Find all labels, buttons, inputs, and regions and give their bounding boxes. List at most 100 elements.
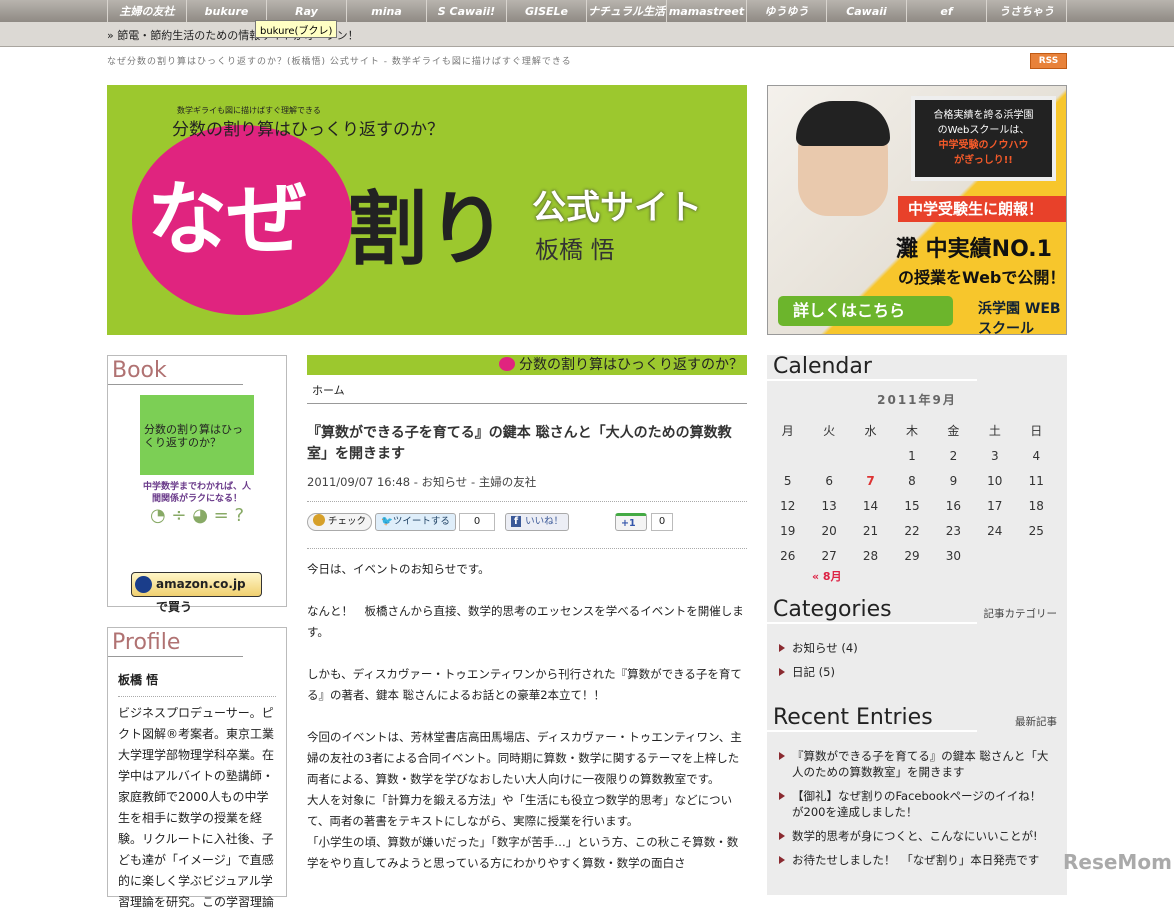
nav-site-2[interactable]: Ray (267, 0, 347, 22)
categories-header: Categories 記事カテゴリー (767, 598, 1067, 624)
categories-subheading: 記事カテゴリー (983, 608, 1058, 620)
calendar-day: 4 (1032, 448, 1041, 463)
calendar-empty (808, 443, 849, 468)
facebook-like-button[interactable]: f いいね！ (505, 513, 570, 531)
calendar-day: 14 (862, 498, 879, 513)
calendar-day: 29 (904, 548, 920, 563)
ad-red-banner: 中学受験生に朗報！ (898, 196, 1066, 222)
tweet-label: ツイートする (392, 516, 450, 527)
calendar-day: 5 (783, 473, 792, 488)
calendar-day: 22 (904, 523, 920, 538)
banner-subtitle: 分数の割り算はひっくり返すのか？ (172, 120, 444, 140)
mixi-check-button[interactable]: チェック (307, 513, 373, 531)
book-widget: Book 分数の割り算はひっくり返すのか？ 中学数学までわかれば、人間関係がラク… (107, 355, 287, 614)
categories-item[interactable]: お知らせ (4) (767, 640, 1067, 656)
amazon-buy-button[interactable]: amazon.co.jp で買う (131, 572, 262, 614)
calendar-day: 25 (1028, 523, 1044, 538)
content-header-strip: 分数の割り算はひっくり返すのか？ (307, 355, 747, 375)
recent-item[interactable]: お待たせしました！ 「なぜ割り」本日発売です (767, 852, 1052, 868)
tooltip: bukure(ブクレ) (255, 20, 338, 38)
top-network-nav: 主婦の友社 bukure Ray mina S Cawaii! GISELe ナチュラル生活… (0, 0, 1174, 22)
ad-text: のWebスクールは、 (937, 125, 1030, 136)
banner-official: 公式サイト (532, 188, 702, 228)
calendar-day: 30 (945, 548, 962, 563)
recent-heading: Recent Entries (767, 706, 977, 732)
book-cover[interactable]: 分数の割り算はひっくり返すのか？ 中学数学までわかれば、人間関係がラクになる！ … (140, 395, 254, 555)
breadcrumb-home[interactable]: ホーム (312, 384, 345, 397)
calendar-header: Calendar (767, 355, 1067, 381)
banner-naze: なぜ (147, 173, 307, 266)
nav-site-8[interactable]: ゆうゆう (747, 0, 827, 22)
profile-name: 板橋 悟 (118, 671, 276, 697)
calendar-day: 19 (780, 523, 796, 538)
nav-site-5[interactable]: GISELe (507, 0, 587, 22)
recent-subheading: 最新記事 (1015, 716, 1057, 728)
calendar-day: 15 (904, 498, 920, 513)
categories-item[interactable]: 日記 (5) (767, 664, 1067, 680)
ad-details-button[interactable]: 詳しくはこちら (778, 296, 953, 326)
twitter-bird-icon: 🐦 (381, 516, 393, 527)
calendar-day: 18 (1028, 498, 1044, 513)
amazon-logo-icon (135, 576, 152, 593)
calendar-day: 26 (780, 548, 796, 563)
ad-brand: 浜学園 WEBスクール (978, 301, 1061, 335)
calendar-day: 2 (949, 448, 958, 463)
calendar-day: 8 (908, 473, 916, 488)
calendar-day: 21 (862, 523, 879, 538)
ad-subline: の授業をWebで公開！ (898, 268, 1066, 287)
calendar-month: 2011年9月 (877, 393, 957, 407)
calendar-day: 11 (1028, 473, 1044, 488)
recent-item[interactable]: 数学的思考が身につくと、こんなにいいことが! (767, 828, 1052, 844)
recent-item[interactable]: 『算数ができる子を育てる』の鍵本 聡さんと「大人のための算数教室」を開きます (767, 748, 1052, 780)
facebook-icon: f (511, 516, 522, 527)
weekday-label: 月 (781, 424, 794, 438)
banner-wari: 割り (347, 183, 507, 276)
strip-title: 分数の割り算はひっくり返すのか？ (519, 357, 743, 373)
ad-banner[interactable]: 合格実績を誇る浜学園 のWebスクールは、 中学受験のノウハウ がぎっしり!! 中学受… (767, 85, 1067, 335)
paragraph: なんと！ 板橋さんから直接、数学的思考のエッセンスを学べるイベントを開催します。 (307, 604, 744, 639)
paragraph: しかも、ディスカヴァー・トゥエンティワンから刊行された『算数ができる子を育てる』… (307, 667, 742, 702)
pizza-illustration: ◔ ÷ ◕ = ? (149, 505, 245, 526)
nav-site-1[interactable]: bukure (187, 0, 267, 22)
weekday-label: 金 (947, 424, 960, 438)
news-ticker: » 節電・節約生活のための情報サイトがオープン！ (0, 22, 1174, 47)
profile-bio: ビジネスプロデューサー。ピクト図解®考案者。東京工業大学理学部物理学科卒業。在学… (118, 706, 275, 909)
profile-widget: Profile 板橋 悟 ビジネスプロデューサー。ピクト図解®考案者。東京工業大… (107, 627, 287, 909)
paragraph: 今回のイベントは、芳林堂書店高田馬場店、ディスカヴァー・トゥエンティワン、主婦の… (307, 730, 742, 786)
paragraph: 今日は、イベントのお知らせです。 (307, 562, 490, 576)
site-tagline: なぜ分数の割り算はひっくり返すのか？(板橋悟) 公式サイト - 数学ギライも図に… (107, 57, 572, 67)
ad-screen: 合格実績を誇る浜学園 のWebスクールは、 中学受験のノウハウ がぎっしり!! (911, 96, 1056, 181)
profile-heading: Profile (108, 628, 243, 657)
ad-text: 合格実績を誇る浜学園 (933, 110, 1034, 121)
weekday-label: 水 (864, 424, 877, 438)
nav-site-6[interactable]: ナチュラル生活 (587, 0, 667, 22)
book-heading: Book (108, 356, 243, 385)
site-banner[interactable]: 数学ギライも図に描けばすぐ理解できる 分数の割り算はひっくり返すのか？ なぜ 割… (107, 85, 747, 335)
rss-button[interactable]: RSS (1030, 53, 1067, 69)
calendar-day: 12 (780, 498, 796, 513)
calendar-day[interactable]: 7 (850, 468, 891, 493)
ad-headline: 灘 中実績NO.1 (896, 237, 1052, 262)
nav-site-3[interactable]: mina (347, 0, 427, 22)
calendar-day: 13 (821, 498, 837, 513)
nav-site-9[interactable]: Cawaii (827, 0, 907, 22)
calendar-day: 17 (987, 498, 1003, 513)
calendar-prev-month-link[interactable]: « 8月 (767, 568, 1067, 584)
calendar-day: 1 (908, 448, 916, 463)
category-list: お知らせ (4) 日記 (5) (767, 640, 1067, 680)
weekday-label: 火 (823, 424, 836, 438)
nav-site-7[interactable]: mamastreet (667, 0, 747, 22)
recent-item[interactable]: 【御礼】なぜ割りのFacebookページのイイね！が200を達成しました！ (767, 788, 1052, 820)
banner-author: 板橋 悟 (535, 236, 615, 264)
nav-site-10[interactable]: ef (907, 0, 987, 22)
nav-site-11[interactable]: うさちゃう (987, 0, 1067, 22)
child-hair (796, 101, 890, 146)
ad-text: がぎっしり!! (954, 155, 1013, 166)
mixi-icon (313, 514, 325, 526)
tweet-button[interactable]: 🐦ツイートする (375, 513, 456, 531)
nav-site-0[interactable]: 主婦の友社 (107, 0, 187, 22)
nav-site-4[interactable]: S Cawaii! (427, 0, 507, 22)
google-plus-one-button[interactable]: +1 (615, 513, 647, 531)
calendar-day: 10 (987, 473, 1003, 488)
naze-badge-icon (499, 357, 515, 371)
